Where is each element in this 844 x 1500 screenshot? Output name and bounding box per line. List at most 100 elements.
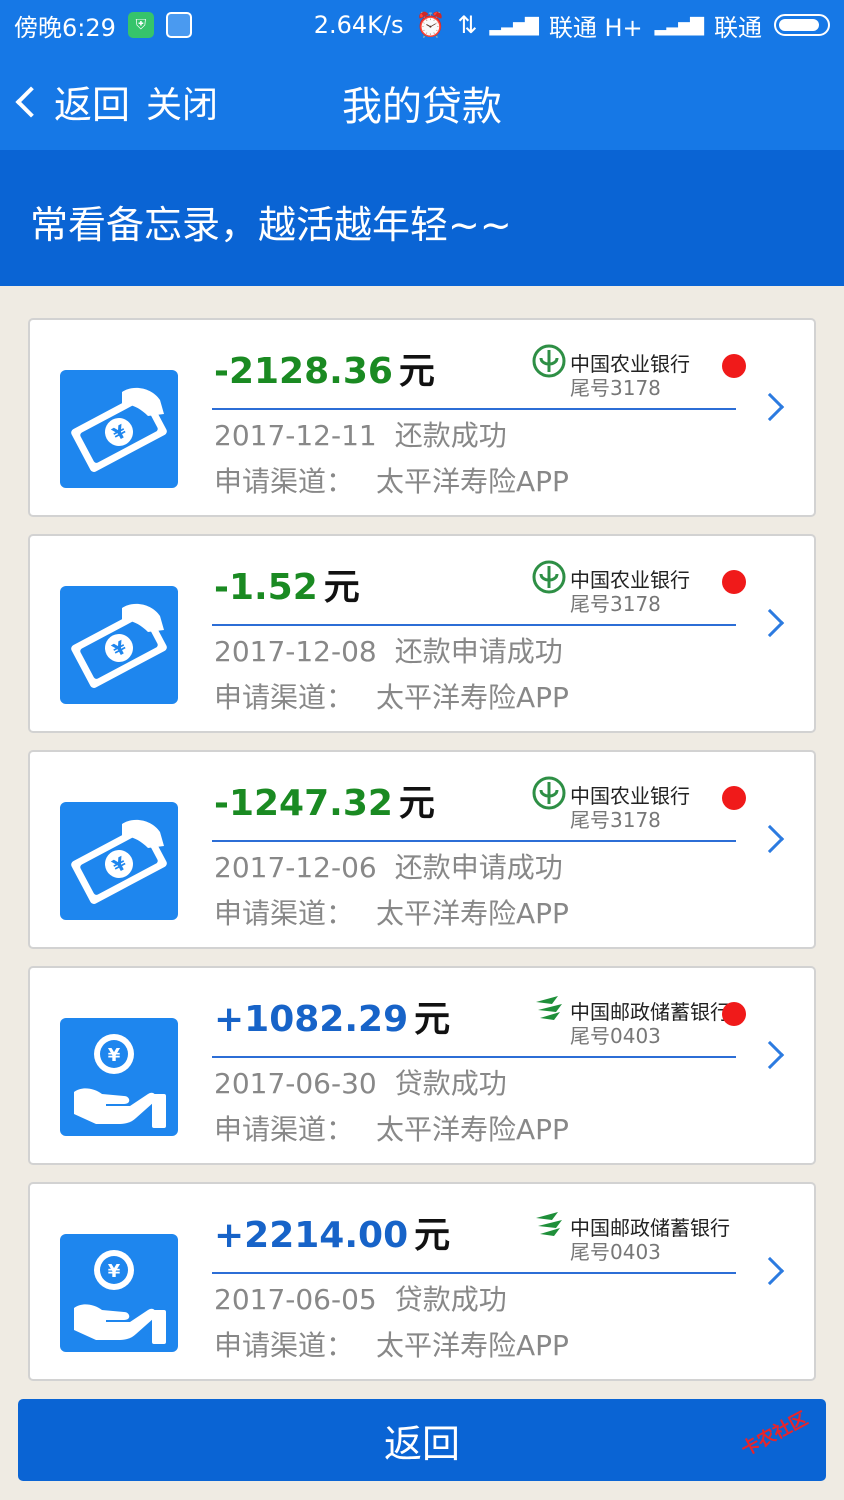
loan-card[interactable]: ¥ -1.52 元 中国农业银行 尾号3178 2017-12-08 还款申请成功 … [28, 534, 816, 733]
notification-icon [165, 12, 192, 38]
amount-value: +2214.00 [214, 1215, 409, 1256]
amount-value: -1247.32 [214, 783, 393, 824]
unread-dot [722, 1002, 746, 1026]
chevron-right-icon [755, 1040, 785, 1070]
battery-icon [774, 14, 830, 36]
card-divider [212, 1056, 736, 1058]
amount-unit: 元 [414, 999, 451, 1040]
loan-card[interactable]: ¥ -1247.32 元 中国农业银行 尾号3178 2017-12-06 还款申请… [28, 750, 816, 949]
loan-amount: -1.52 元 [214, 558, 360, 610]
application-channel: 申请渠道： 太平洋寿险APP [214, 1324, 569, 1364]
loan-card[interactable]: ¥ +2214.00 元 中国邮政储蓄银行 尾号0403 2017-06-05 贷款… [28, 1182, 816, 1381]
card-divider [212, 840, 736, 842]
channel-label: 申请渠道： [214, 1113, 355, 1146]
channel-label: 申请渠道： [214, 681, 355, 714]
repay-money-icon: ¥ [60, 370, 178, 488]
card-tail-number: 尾号3178 [570, 808, 661, 832]
loan-status: 贷款成功 [394, 1283, 507, 1316]
unread-dot [722, 354, 746, 378]
loan-card[interactable]: ¥ -2128.36 元 中国农业银行 尾号3178 2017-12-11 还款成功… [28, 318, 816, 517]
alarm-icon: ⏰ [415, 11, 446, 39]
status-right: 2.64K/s ⏰ ⇅ ▂▃▅▇ 联通 H+ ▂▃▅▇ 联通 [314, 8, 830, 43]
amount-unit: 元 [398, 351, 435, 392]
application-channel: 申请渠道： 太平洋寿险APP [214, 892, 569, 932]
loan-date: 2017-06-30 [214, 1067, 377, 1100]
card-tail-number: 尾号0403 [570, 1240, 661, 1264]
card-tail-number: 尾号3178 [570, 376, 661, 400]
status-time: 傍晚6:29 [14, 13, 116, 42]
shield-icon: ⛨ [127, 12, 154, 38]
application-channel: 申请渠道： 太平洋寿险APP [214, 1108, 569, 1148]
chevron-right-icon [755, 608, 785, 638]
status-bar: 傍晚6:29 ⛨ 2.64K/s ⏰ ⇅ ▂▃▅▇ 联通 H+ ▂▃▅▇ 联通 [0, 0, 844, 50]
repay-icon-svg: ¥ [71, 603, 167, 688]
channel-value: 太平洋寿险APP [376, 1113, 569, 1146]
date-status: 2017-12-08 还款申请成功 [214, 630, 563, 670]
loan-date: 2017-12-11 [214, 419, 377, 452]
loan-amount: +2214.00 元 [214, 1206, 450, 1258]
abc-bank-logo-icon [532, 344, 566, 378]
amount-unit: 元 [414, 1215, 451, 1256]
data-transfer-icon: ⇅ [457, 11, 478, 39]
date-status: 2017-06-30 贷款成功 [214, 1062, 507, 1102]
channel-value: 太平洋寿险APP [376, 681, 569, 714]
loan-money-icon: ¥ [60, 1234, 178, 1352]
channel-label: 申请渠道： [214, 1329, 355, 1362]
loan-icon-svg: ¥ [74, 1034, 166, 1128]
page-title: 我的贷款 [342, 84, 502, 130]
loan-amount: -2128.36 元 [214, 342, 435, 394]
card-tail-number: 尾号0403 [570, 1024, 661, 1048]
network-speed: 2.64K/s [313, 11, 404, 39]
date-status: 2017-12-06 还款申请成功 [214, 846, 563, 886]
chevron-right-icon [755, 392, 785, 422]
loan-status: 还款成功 [394, 419, 507, 452]
amount-value: +1082.29 [214, 999, 409, 1040]
unread-dot [722, 786, 746, 810]
signal-icon: ▂▃▅▇ [489, 14, 538, 36]
loan-list: ¥ -2128.36 元 中国农业银行 尾号3178 2017-12-11 还款成功… [28, 318, 816, 1398]
chevron-right-icon [755, 824, 785, 854]
loan-status: 还款申请成功 [394, 851, 563, 884]
loan-date: 2017-12-06 [214, 851, 377, 884]
svg-text:¥: ¥ [108, 1045, 121, 1066]
repay-money-icon: ¥ [60, 586, 178, 704]
application-channel: 申请渠道： 太平洋寿险APP [214, 676, 569, 716]
loan-card[interactable]: ¥ +1082.29 元 中国邮政储蓄银行 尾号0403 2017-06-30 贷款… [28, 966, 816, 1165]
psbc-bank-logo-icon [532, 1208, 566, 1242]
loan-date: 2017-12-08 [214, 635, 377, 668]
signal-icon-secondary: ▂▃▅▇ [654, 14, 704, 36]
loan-date: 2017-06-05 [214, 1283, 377, 1316]
date-status: 2017-12-11 还款成功 [214, 414, 507, 454]
svg-text:¥: ¥ [108, 1261, 121, 1282]
return-button[interactable]: 返回 [18, 1399, 826, 1481]
channel-label: 申请渠道： [214, 897, 355, 930]
card-divider [212, 1272, 736, 1274]
abc-bank-logo-icon [532, 560, 566, 594]
amount-value: -2128.36 [214, 351, 393, 392]
carrier-secondary: 联通 [714, 13, 762, 42]
channel-label: 申请渠道： [214, 465, 355, 498]
amount-unit: 元 [323, 567, 360, 608]
date-status: 2017-06-05 贷款成功 [214, 1278, 507, 1318]
loan-status: 贷款成功 [394, 1067, 507, 1100]
loan-status: 还款申请成功 [394, 635, 563, 668]
amount-value: -1.52 [214, 567, 318, 608]
card-divider [212, 408, 736, 410]
loan-amount: +1082.29 元 [214, 990, 450, 1042]
nav-bar: 返回 关闭 我的贷款 [0, 50, 844, 150]
abc-bank-logo-icon [532, 776, 566, 810]
channel-value: 太平洋寿险APP [376, 1329, 569, 1362]
repay-icon-svg: ¥ [71, 819, 167, 904]
amount-unit: 元 [398, 783, 435, 824]
channel-value: 太平洋寿险APP [376, 465, 569, 498]
channel-value: 太平洋寿险APP [376, 897, 569, 930]
loan-money-icon: ¥ [60, 1018, 178, 1136]
card-divider [212, 624, 736, 626]
status-left: 傍晚6:29 ⛨ [14, 8, 192, 43]
slogan-banner: 常看备忘录，越活越年轻~~ [0, 150, 844, 286]
chevron-right-icon [755, 1256, 785, 1286]
psbc-bank-logo-icon [532, 992, 566, 1026]
carrier-primary: 联通 H+ [548, 13, 643, 42]
loan-amount: -1247.32 元 [214, 774, 435, 826]
card-tail-number: 尾号3178 [570, 592, 661, 616]
